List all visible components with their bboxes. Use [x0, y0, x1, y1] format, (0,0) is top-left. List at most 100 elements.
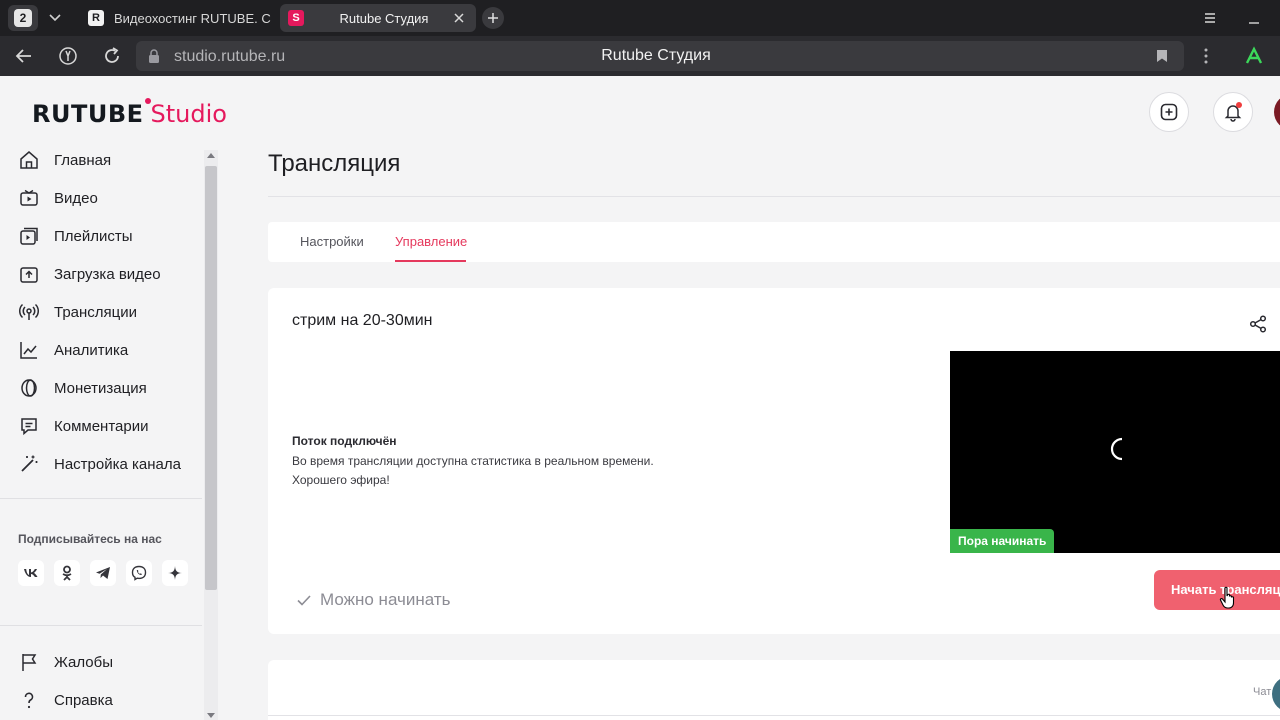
- preview-status-badge: Пора начинать: [950, 529, 1055, 553]
- ready-status: Можно начинать: [296, 590, 451, 610]
- bookmark-icon[interactable]: [1156, 49, 1168, 63]
- follow-us-label: Подписывайтесь на нас: [18, 532, 162, 546]
- help-icon: [24, 692, 34, 709]
- tabs-card: Настройки Управление: [268, 222, 1280, 262]
- stream-status-title: Поток подключён: [292, 434, 397, 448]
- start-broadcast-button[interactable]: Начать трансляцию: [1154, 570, 1280, 610]
- comments-icon: [21, 418, 37, 436]
- browser-address-bar: studio.rutube.ru Rutube Студия: [0, 36, 1280, 76]
- minimize-icon[interactable]: [1245, 9, 1263, 27]
- studio-favicon-icon: S: [288, 10, 304, 26]
- tab-title: Видеохостинг RUTUBE. С: [114, 10, 271, 26]
- page-title-in-bar: Rutube Студия: [601, 47, 711, 64]
- close-tab-icon[interactable]: [452, 11, 466, 25]
- broadcast-icon: [18, 303, 40, 320]
- reload-icon[interactable]: [102, 46, 122, 66]
- sidebar-item-label: Жалобы: [54, 653, 113, 671]
- analytics-icon: [20, 342, 37, 359]
- magic-wand-icon: [21, 455, 38, 472]
- logo-brand: RUTUBE: [32, 100, 144, 128]
- logo-dot-icon: [144, 98, 151, 104]
- tab-count: 2: [14, 9, 32, 27]
- sidebar-item-label: Загрузка видео: [54, 265, 161, 283]
- flag-icon: [22, 654, 37, 671]
- notification-dot: [1236, 102, 1242, 108]
- sidebar-item-broadcasts[interactable]: Трансляции: [18, 300, 137, 324]
- sidebar-item-upload[interactable]: Загрузка видео: [18, 262, 161, 286]
- telegram-icon[interactable]: [90, 560, 116, 586]
- coin-icon: [21, 379, 37, 397]
- rutube-favicon-icon: R: [88, 10, 104, 26]
- sidebar-item-home[interactable]: Главная: [18, 148, 111, 172]
- stream-status-text: Во время трансляции доступна статистика …: [292, 454, 654, 468]
- create-button[interactable]: [1149, 92, 1189, 132]
- tab-list-chevron-icon[interactable]: [42, 5, 68, 31]
- active-tab-underline: [395, 260, 466, 262]
- stream-name: стрим на 20-30мин: [292, 312, 433, 329]
- home-icon: [20, 151, 38, 169]
- playlist-icon: [20, 227, 38, 245]
- ready-status-text: Можно начинать: [320, 590, 451, 609]
- sidebar-item-label: Главная: [54, 151, 112, 169]
- sidebar-item-channel-settings[interactable]: Настройка канала: [18, 452, 181, 476]
- stream-status-text: Хорошего эфира!: [292, 473, 390, 487]
- yandex-icon[interactable]: [58, 46, 78, 66]
- avatar[interactable]: [1274, 94, 1280, 130]
- sidebar-item-comments[interactable]: Комментарии: [18, 414, 148, 438]
- page-title: Трансляция: [268, 150, 401, 177]
- more-vertical-icon[interactable]: [1196, 46, 1216, 66]
- checkmark-icon: [297, 595, 311, 606]
- scroll-down-arrow-icon[interactable]: [207, 713, 215, 718]
- ok-icon[interactable]: [54, 560, 80, 586]
- browser-tab-bar: 2 R Видеохостинг RUTUBE. С S Rutube Студ…: [0, 0, 1280, 36]
- logo-product: Studio: [150, 100, 227, 128]
- back-arrow-icon[interactable]: [14, 46, 34, 66]
- sidebar-item-label: Настройка канала: [54, 455, 181, 473]
- video-icon: [20, 189, 38, 206]
- sidebar-item-playlists[interactable]: Плейлисты: [18, 224, 133, 248]
- menu-icon[interactable]: [1201, 9, 1219, 27]
- plus-icon: [488, 13, 498, 23]
- sidebar-item-analytics[interactable]: Аналитика: [18, 338, 128, 362]
- add-square-icon: [1160, 103, 1178, 121]
- sidebar-divider: [0, 498, 202, 499]
- sidebar-item-label: Трансляции: [54, 303, 138, 321]
- sidebar-item-label: Комментарии: [54, 417, 149, 435]
- hand-cursor-icon: [1219, 586, 1235, 609]
- tab-title: Rutube Студия: [339, 10, 429, 26]
- sidebar-item-label: Плейлисты: [54, 227, 133, 245]
- chat-divider: [268, 715, 1280, 716]
- sidebar-divider: [0, 625, 202, 626]
- chat-card: Чат: [268, 660, 1280, 720]
- tab-settings[interactable]: Настройки: [300, 234, 364, 249]
- extension-a-icon[interactable]: [1244, 46, 1264, 66]
- stream-preview-player[interactable]: Пора начинать: [950, 351, 1280, 553]
- upload-icon: [20, 267, 38, 283]
- stream-card: стрим на 20-30мин Поток подключён Во вре…: [268, 288, 1280, 634]
- sidebar-item-label: Аналитика: [54, 341, 129, 359]
- sidebar-item-label: Монетизация: [54, 379, 147, 397]
- sidebar-item-label: Справка: [54, 691, 113, 709]
- title-divider: [268, 196, 1280, 197]
- sidebar-item-monetization[interactable]: Монетизация: [18, 376, 147, 400]
- rutube-studio-logo[interactable]: RUTUBE Studio: [32, 98, 227, 130]
- tab-management[interactable]: Управление: [395, 234, 467, 249]
- sidebar-item-video[interactable]: Видео: [18, 186, 98, 210]
- loading-spinner-icon: [1110, 437, 1123, 461]
- url-field[interactable]: studio.rutube.ru Rutube Студия: [136, 41, 1184, 71]
- sidebar-item-label: Видео: [54, 189, 98, 207]
- viber-icon[interactable]: [126, 560, 152, 586]
- vk-icon[interactable]: [18, 560, 44, 586]
- share-icon[interactable]: [1248, 314, 1268, 334]
- tab-counter-button[interactable]: 2: [8, 5, 38, 31]
- sidebar-item-help[interactable]: Справка: [18, 688, 113, 712]
- sidebar-item-complaints[interactable]: Жалобы: [18, 650, 113, 674]
- browser-tab-rutube[interactable]: R Видеохостинг RUTUBE. С: [80, 4, 276, 32]
- sidebar-scrollbar-thumb[interactable]: [205, 166, 217, 590]
- dzen-icon[interactable]: [162, 560, 188, 586]
- new-tab-button[interactable]: [482, 7, 504, 29]
- scroll-up-arrow-icon[interactable]: [207, 153, 215, 158]
- notifications-button[interactable]: [1213, 92, 1253, 132]
- browser-tab-studio[interactable]: S Rutube Студия: [280, 4, 476, 32]
- chat-label[interactable]: Чат: [1253, 686, 1271, 698]
